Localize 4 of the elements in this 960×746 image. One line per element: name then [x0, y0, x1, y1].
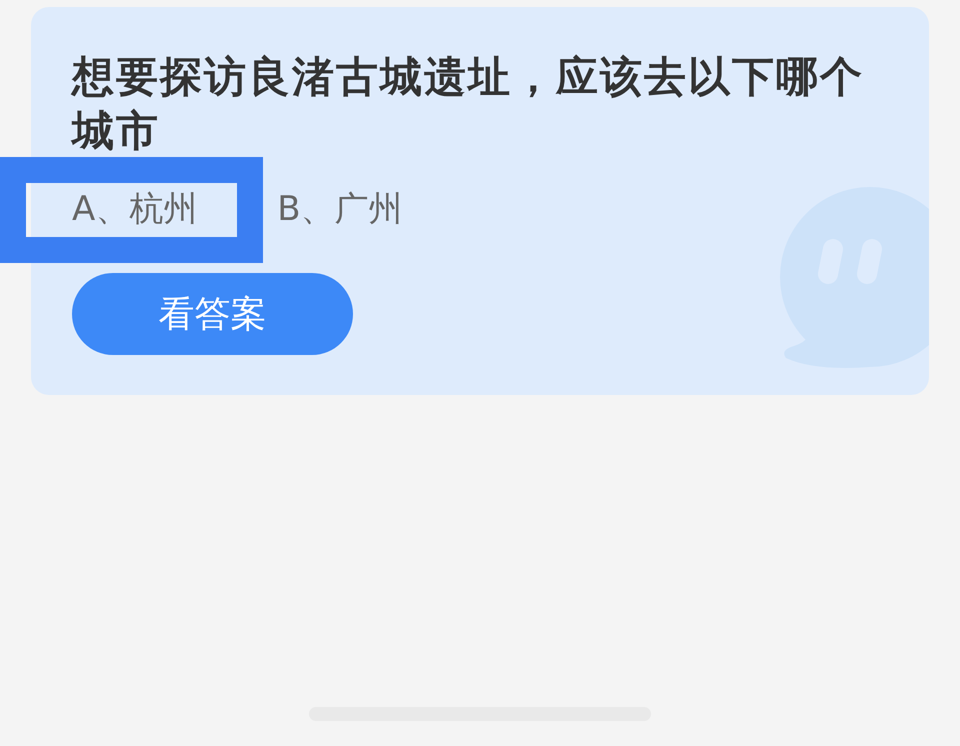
question-text: 想要探访良渚古城遗址，应该去以下哪个城市: [72, 51, 865, 157]
answer-option: B、广州: [277, 187, 403, 231]
answer-button[interactable]: 看答案: [72, 273, 353, 355]
answer-option: A、杭州: [72, 187, 198, 231]
